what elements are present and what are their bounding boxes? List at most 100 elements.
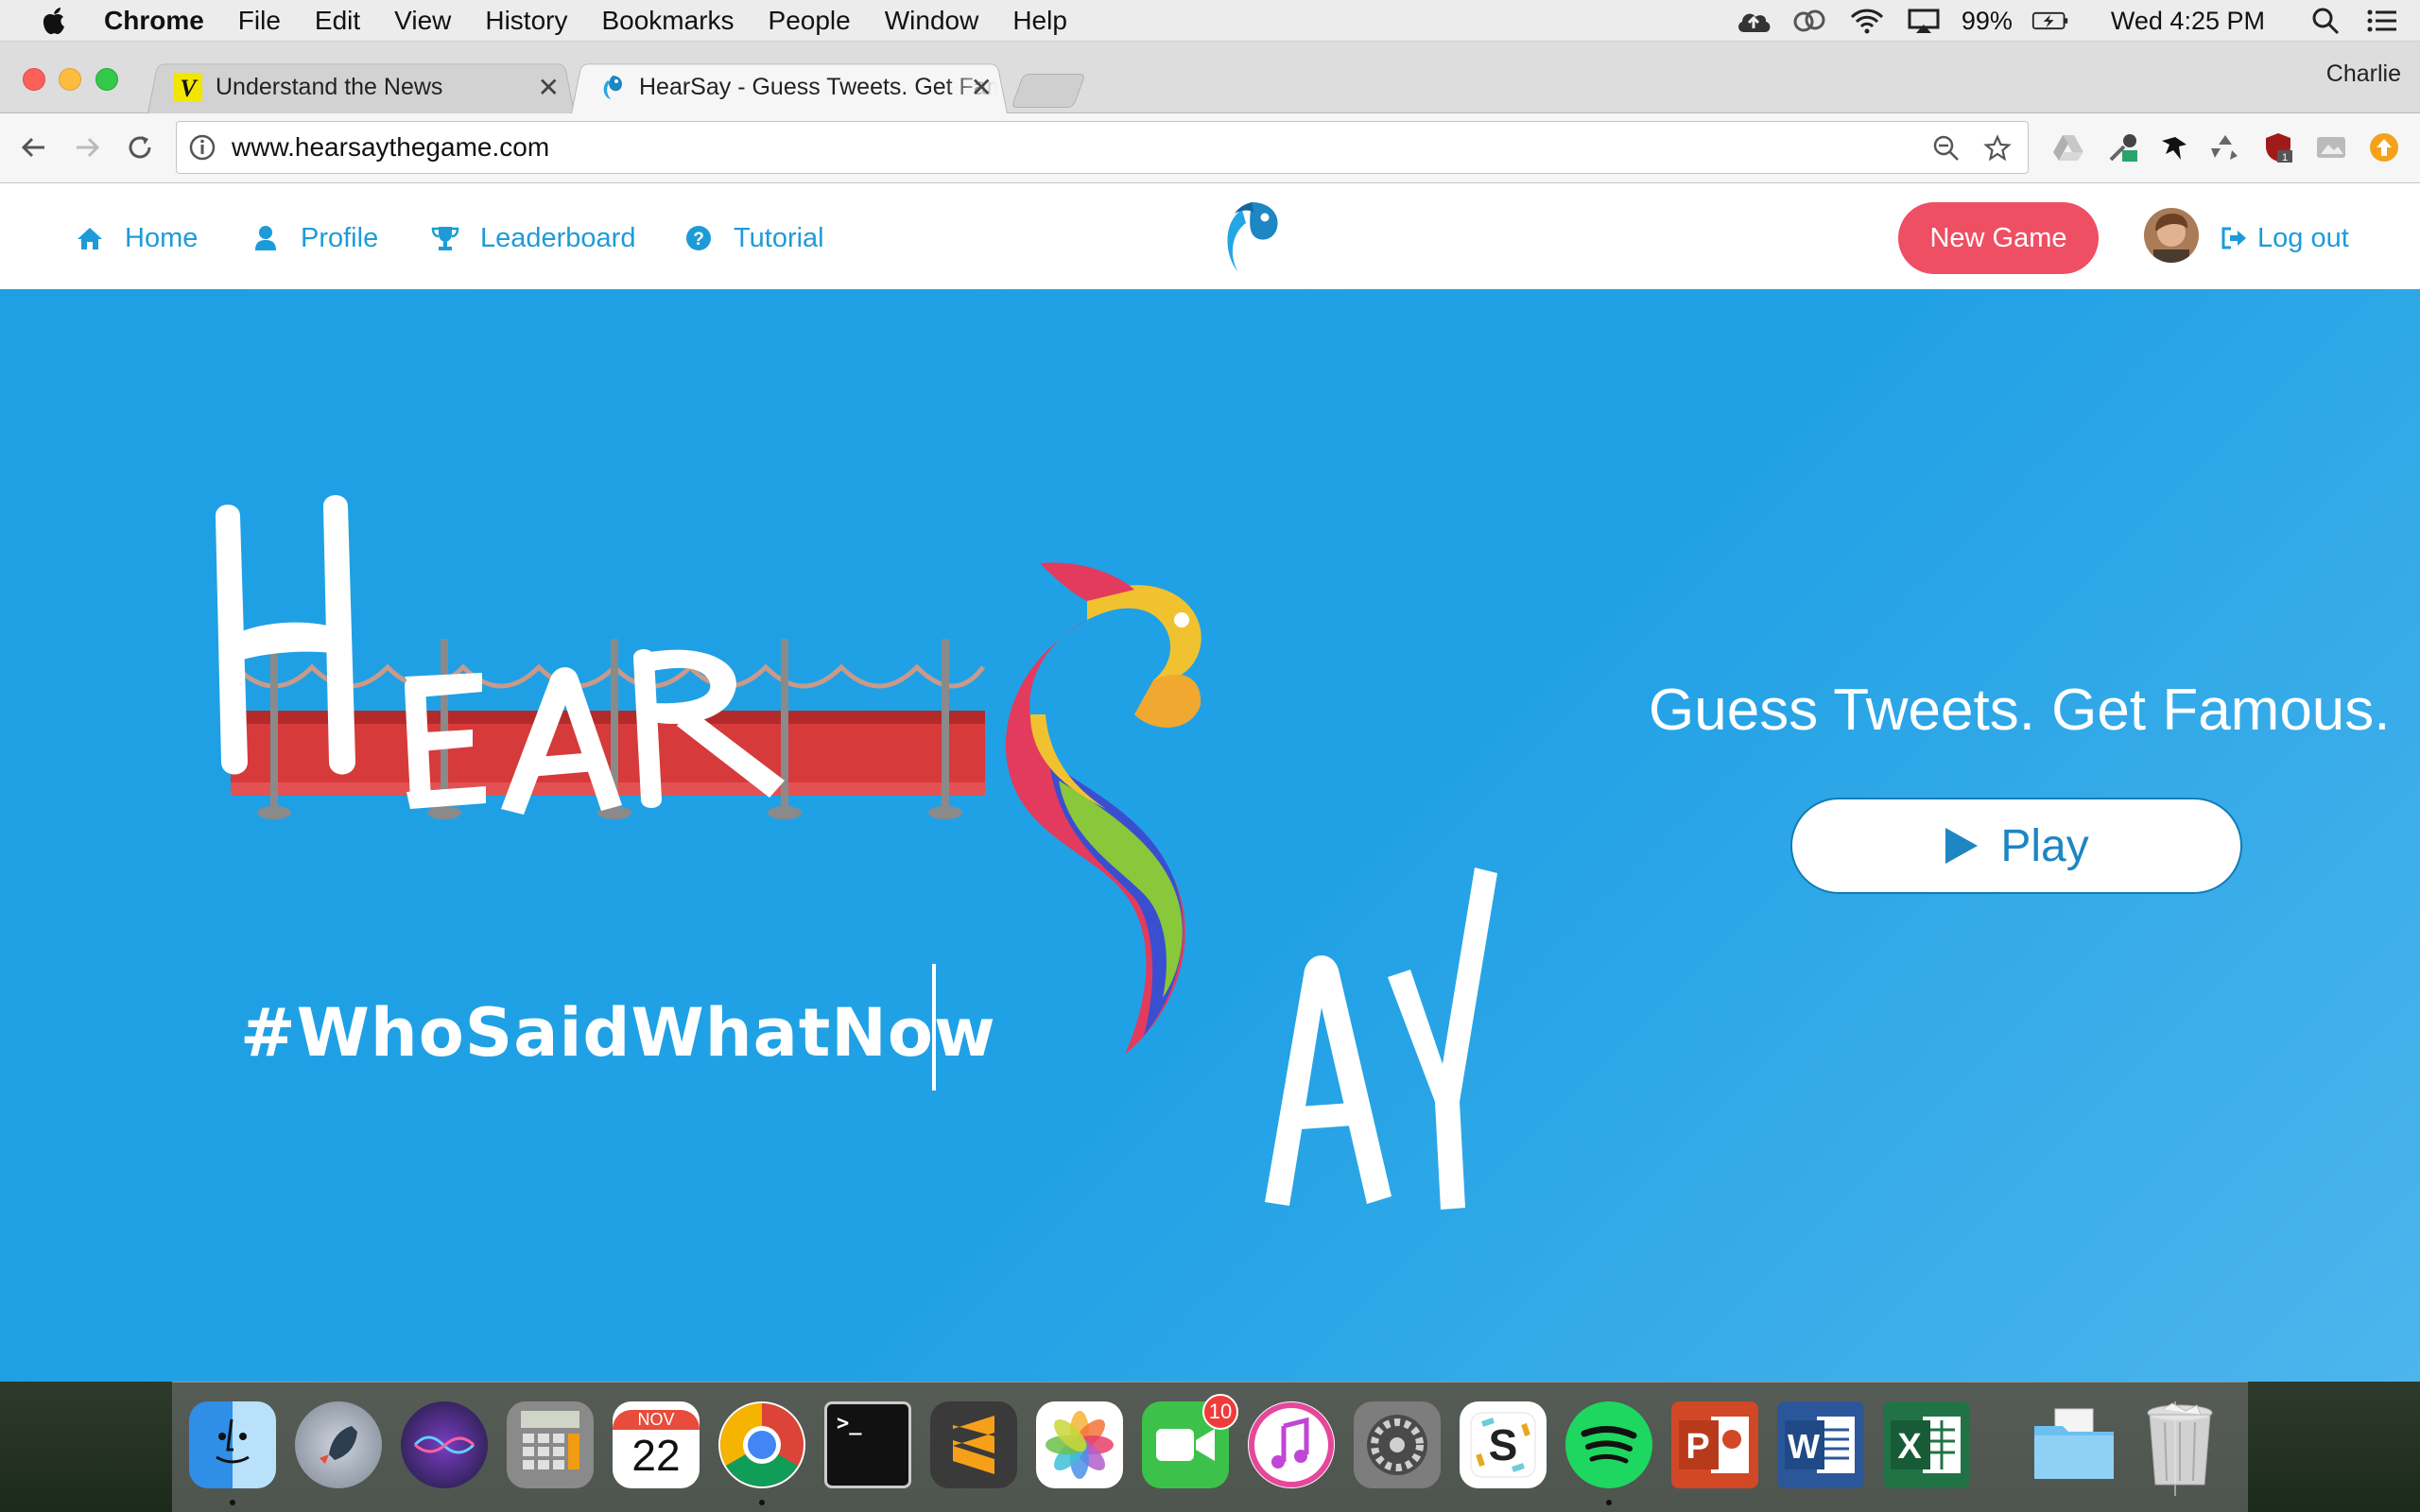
notification-center-icon[interactable] <box>2363 6 2401 36</box>
zoom-out-icon[interactable] <box>1927 129 1965 167</box>
word-icon[interactable]: W <box>1777 1401 1864 1488</box>
recycle-extension-icon[interactable] <box>2206 129 2244 166</box>
apple-icon[interactable] <box>38 4 70 38</box>
new-tab-button[interactable] <box>1011 74 1086 108</box>
bookmark-star-icon[interactable] <box>1979 129 2016 167</box>
play-label: Play <box>2000 820 2089 871</box>
menu-history[interactable]: History <box>485 6 567 36</box>
spotify-icon[interactable] <box>1565 1401 1652 1488</box>
eyedropper-extension-icon[interactable] <box>2104 129 2142 166</box>
calendar-month: NOV <box>613 1409 700 1430</box>
terminal-prompt-glyph: >_ <box>837 1412 862 1435</box>
bird-extension-icon[interactable] <box>2155 129 2193 166</box>
site-info-icon[interactable] <box>188 133 216 162</box>
parrot-s-illustration <box>1005 562 1201 1055</box>
finder-icon[interactable] <box>189 1401 276 1488</box>
window-minimize-button[interactable] <box>59 68 81 91</box>
menu-edit[interactable]: Edit <box>315 6 360 36</box>
svg-text:X: X <box>1897 1427 1922 1467</box>
menu-window[interactable]: Window <box>885 6 979 36</box>
svg-text:1: 1 <box>2282 152 2288 163</box>
menu-people[interactable]: People <box>769 6 851 36</box>
wifi-icon[interactable] <box>1848 6 1886 36</box>
address-bar[interactable]: www.hearsaythegame.com <box>176 121 2029 174</box>
hero-slogan: Guess Tweets. Get Famous. <box>1649 678 2391 743</box>
hearsay-logo-icon[interactable] <box>1210 197 1286 276</box>
chrome-icon[interactable] <box>718 1401 805 1488</box>
system-preferences-icon[interactable] <box>1354 1401 1441 1488</box>
slack-icon[interactable]: S <box>1460 1401 1547 1488</box>
window-close-button[interactable] <box>23 68 45 91</box>
running-indicator <box>1606 1500 1612 1505</box>
tab-understand-the-news[interactable]: V Understand the News ✕ <box>147 60 575 113</box>
menu-view[interactable]: View <box>394 6 451 36</box>
hashtag-tagline: #WhoSaidWhatNow <box>240 994 996 1072</box>
menu-app-name[interactable]: Chrome <box>104 6 204 36</box>
new-game-button[interactable]: New Game <box>1898 202 2099 274</box>
tab-close-icon[interactable]: ✕ <box>538 72 560 103</box>
calendar-icon[interactable]: NOV 22 <box>613 1401 700 1488</box>
sublime-text-icon[interactable] <box>930 1401 1017 1488</box>
user-avatar[interactable] <box>2144 208 2199 263</box>
hearsay-parrot-icon <box>597 73 626 101</box>
facetime-badge: 10 <box>1202 1394 1238 1430</box>
tab-title: HearSay - Guess Tweets. Get Famous <box>639 73 998 100</box>
itunes-icon[interactable] <box>1248 1401 1335 1488</box>
chrome-profile-name[interactable]: Charlie <box>2326 60 2401 88</box>
window-zoom-button[interactable] <box>95 68 118 91</box>
menu-file[interactable]: File <box>238 6 281 36</box>
nav-home-link[interactable]: Home <box>76 219 198 257</box>
nav-tutorial-label: Tutorial <box>734 222 824 253</box>
trophy-icon <box>431 224 459 252</box>
nav-home-label: Home <box>125 222 199 253</box>
ublock-extension-icon[interactable]: 1 <box>2259 129 2297 166</box>
excel-icon[interactable]: X <box>1883 1401 1970 1488</box>
airplay-icon[interactable] <box>1905 6 1943 36</box>
facetime-icon[interactable]: 10 <box>1142 1394 1238 1488</box>
tab-title: Understand the News <box>216 73 443 100</box>
calculator-icon[interactable] <box>507 1401 594 1488</box>
siri-icon[interactable] <box>401 1401 488 1488</box>
photos-icon[interactable] <box>1036 1401 1123 1488</box>
url-text[interactable]: www.hearsaythegame.com <box>232 132 549 163</box>
sign-out-icon <box>2220 224 2248 252</box>
logout-link[interactable]: Log out <box>2220 219 2349 257</box>
creative-cloud-icon[interactable] <box>1791 6 1829 36</box>
reload-icon[interactable] <box>121 129 159 166</box>
status-area: 99% Wed 4:25 PM <box>1735 0 2420 42</box>
menu-help[interactable]: Help <box>1012 6 1067 36</box>
play-button[interactable]: Play <box>1790 798 2242 894</box>
tab-strip: V Understand the News ✕ HearSay - Guess … <box>0 42 2420 113</box>
nav-profile-link[interactable]: Profile <box>251 219 378 257</box>
photo-extension-icon[interactable] <box>2312 129 2350 166</box>
vox-v-icon: V <box>174 73 202 101</box>
nav-leaderboard-link[interactable]: Leaderboard <box>431 219 635 257</box>
web-page: Home Profile Leaderboard ? Tutorial New … <box>0 183 2420 1382</box>
nav-leaderboard-label: Leaderboard <box>480 222 636 253</box>
trash-icon[interactable] <box>2136 1401 2223 1488</box>
terminal-icon[interactable]: >_ <box>824 1401 911 1488</box>
launchpad-icon[interactable] <box>295 1401 382 1488</box>
battery-icon[interactable] <box>2031 6 2069 36</box>
google-drive-extension-icon[interactable] <box>2049 129 2087 166</box>
tab-close-icon[interactable]: ✕ <box>971 72 993 103</box>
svg-text:P: P <box>1685 1427 1709 1467</box>
tab-hearsay[interactable]: HearSay - Guess Tweets. Get Famous ✕ <box>571 60 1008 113</box>
menu-bookmarks[interactable]: Bookmarks <box>601 6 734 36</box>
nav-tutorial-link[interactable]: ? Tutorial <box>684 219 824 257</box>
powerpoint-icon[interactable]: P <box>1671 1401 1758 1488</box>
downloads-folder-icon[interactable] <box>2031 1401 2118 1488</box>
update-extension-icon[interactable] <box>2365 129 2403 166</box>
svg-text:W: W <box>1788 1427 1820 1466</box>
back-arrow-icon[interactable] <box>15 129 53 166</box>
forward-arrow-icon[interactable] <box>68 129 106 166</box>
menu-bar: Chrome File Edit View History Bookmarks … <box>0 0 2420 42</box>
browser-toolbar: www.hearsaythegame.com 1 <box>0 113 2420 183</box>
svg-text:V: V <box>180 75 199 101</box>
battery-percent: 99% <box>1961 6 2013 35</box>
clock[interactable]: Wed 4:25 PM <box>2111 7 2265 36</box>
spotlight-search-icon[interactable] <box>2307 6 2344 36</box>
cloud-upload-icon[interactable] <box>1735 6 1772 36</box>
question-circle-icon: ? <box>684 224 713 252</box>
calendar-day: 22 <box>631 1430 681 1480</box>
